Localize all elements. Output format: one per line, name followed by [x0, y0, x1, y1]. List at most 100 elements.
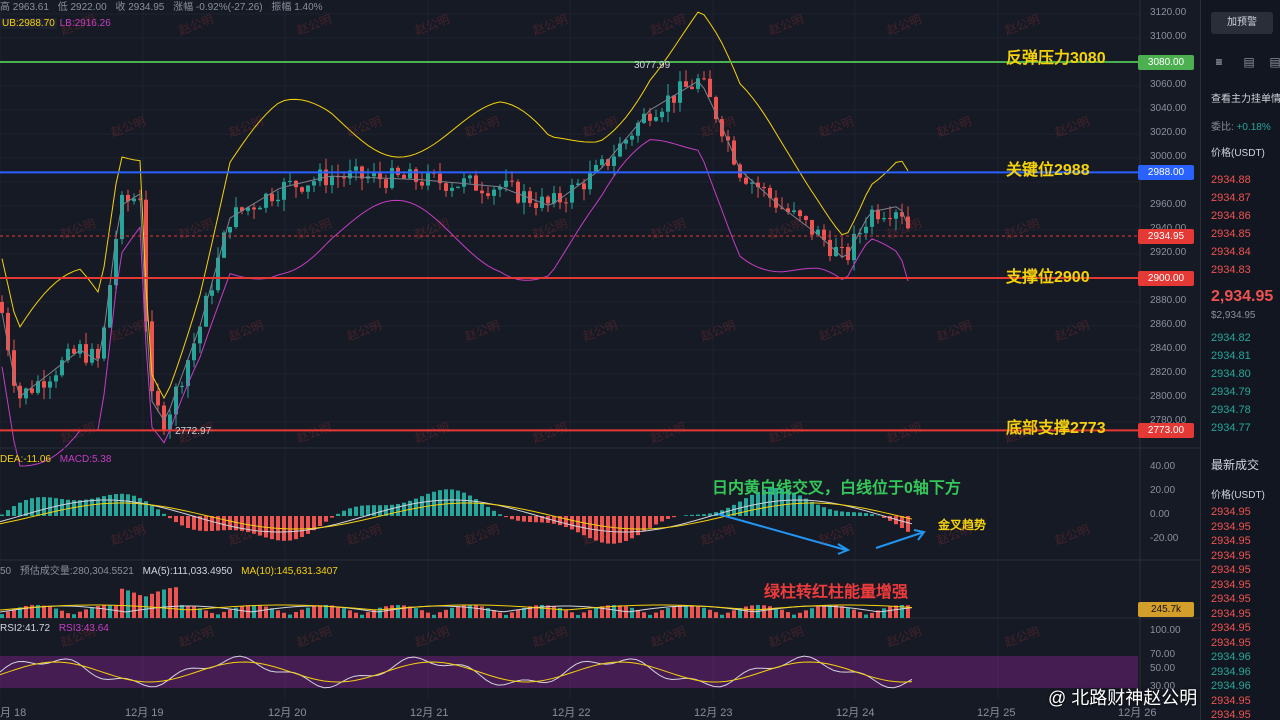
- price-axis-label: 2960.00: [1150, 199, 1187, 210]
- trades-header: 价格(USDT): [1211, 490, 1265, 501]
- volume-bar: [798, 612, 802, 618]
- asks-icon[interactable]: ▤: [1267, 54, 1280, 70]
- price-tag: 2988.00: [1138, 165, 1194, 181]
- candle-body: [516, 181, 520, 203]
- trading-chart[interactable]: 高 2963.61 低 2922.00 收 2934.95 涨幅 -0.92%(…: [0, 0, 1280, 720]
- volume-bar: [48, 606, 52, 618]
- macd-bar: [324, 516, 328, 522]
- macd-bar: [150, 505, 154, 516]
- macd-bar: [570, 516, 574, 530]
- candle-body: [684, 81, 688, 87]
- volume-bar: [840, 606, 844, 618]
- ask-price: 2934.87: [1211, 192, 1251, 204]
- macd-bar: [534, 516, 538, 523]
- macd-bar: [498, 514, 502, 516]
- macd-bar: [300, 516, 304, 537]
- macd-bar: [252, 516, 256, 534]
- macd-bar: [180, 516, 184, 526]
- trade-price: 2934.95: [1211, 709, 1251, 720]
- price-axis-label: 2920.00: [1150, 247, 1187, 258]
- volume-bar: [6, 611, 10, 618]
- candle-body: [744, 177, 748, 184]
- trade-price: 2934.95: [1211, 694, 1251, 707]
- volume-bar: [498, 612, 502, 618]
- volume-bar: [114, 605, 118, 618]
- volume-bar: [102, 605, 106, 618]
- volume-bar: [780, 609, 784, 618]
- macd-bar: [630, 516, 634, 539]
- price-header: 价格(USDT): [1211, 148, 1265, 159]
- macd-bar: [390, 504, 394, 516]
- macd-bar: [684, 515, 688, 516]
- view-orders-link[interactable]: 查看主力挂单情: [1211, 90, 1280, 105]
- volume-bar: [90, 607, 94, 618]
- ratio-row: 委比: +0.18%: [1211, 118, 1271, 133]
- volume-legend: 50 预估成交量:280,304.5521 MA(5):111,033.4950…: [0, 565, 338, 579]
- macd-bar: [174, 516, 178, 523]
- high-mark: 3077.99: [634, 60, 671, 71]
- volume-bar: [870, 612, 874, 618]
- macd-bar: [828, 509, 832, 516]
- volume-bar: [594, 607, 598, 618]
- trade-price: 2934.95: [1211, 578, 1251, 591]
- price-axis-label: 3040.00: [1150, 103, 1187, 114]
- candle-body: [852, 233, 856, 261]
- candle-body: [390, 167, 394, 188]
- volume-bar: [786, 612, 790, 618]
- candle-body: [810, 219, 814, 235]
- volume-bar: [456, 606, 460, 618]
- chart-canvas[interactable]: [0, 0, 1200, 720]
- price-tag: 2773.00: [1138, 423, 1194, 439]
- macd-bar: [798, 495, 802, 516]
- candle-body: [486, 193, 490, 196]
- candle-body: [252, 207, 256, 210]
- candle-body: [444, 183, 448, 191]
- volume-bar: [480, 606, 484, 618]
- date-label: 12月 19: [125, 707, 164, 719]
- volume-bar: [678, 605, 682, 618]
- volume-bar: [210, 612, 214, 618]
- resistance-label: 反弹压力3080: [1006, 50, 1106, 67]
- macd-bar: [354, 506, 358, 516]
- layout-icon[interactable]: ≡: [1211, 54, 1227, 70]
- order-book-panel[interactable]: 加预警 ≡ ▤ ▤ 查看主力挂单情 委比: +0.18% 价格(USDT) 29…: [1200, 0, 1280, 720]
- trade-price: 2934.95: [1211, 549, 1251, 562]
- volume-bar: [42, 605, 46, 618]
- date-label: 12月 24: [836, 707, 875, 719]
- trades-title[interactable]: 最新成交: [1211, 456, 1259, 473]
- bid-price: 2934.80: [1211, 368, 1251, 380]
- volume-bar: [858, 611, 862, 618]
- bids-icon[interactable]: ▤: [1241, 54, 1257, 70]
- volume-bar: [126, 590, 130, 618]
- volume-bar: [414, 608, 418, 618]
- bottom-support-label: 底部支撑2773: [1006, 420, 1106, 437]
- macd-bar: [594, 516, 598, 541]
- ub-value: UB:2988.70: [0, 18, 57, 29]
- macd-bar: [816, 504, 820, 516]
- macd-bar: [414, 498, 418, 516]
- volume-bar: [552, 606, 556, 618]
- volume-bar: [864, 614, 868, 618]
- macd-bar: [168, 516, 172, 519]
- volume-bar: [168, 588, 172, 618]
- lb-value: LB:2916.26: [59, 18, 111, 29]
- volume-bar: [732, 610, 736, 618]
- volume-bar: [504, 614, 508, 618]
- trade-price: 2934.95: [1211, 506, 1251, 518]
- candle-body: [798, 210, 802, 217]
- volume-bar: [324, 605, 328, 618]
- macd-bar: [444, 489, 448, 516]
- price-axis-label: 2860.00: [1150, 319, 1187, 330]
- candle-body: [180, 386, 184, 388]
- candle-body: [474, 175, 478, 191]
- macd-bar: [108, 494, 112, 516]
- ratio-value: +0.18%: [1236, 122, 1271, 133]
- add-alert-button[interactable]: 加预警: [1211, 12, 1273, 34]
- candle-body: [708, 78, 712, 98]
- candle-body: [654, 117, 658, 121]
- candle-body: [408, 169, 412, 179]
- key-level-label: 关键位2988: [1006, 162, 1090, 179]
- volume-ma5: MA(5):111,033.4950: [142, 566, 233, 577]
- candle-body: [534, 203, 538, 208]
- macd-bar: [204, 516, 208, 532]
